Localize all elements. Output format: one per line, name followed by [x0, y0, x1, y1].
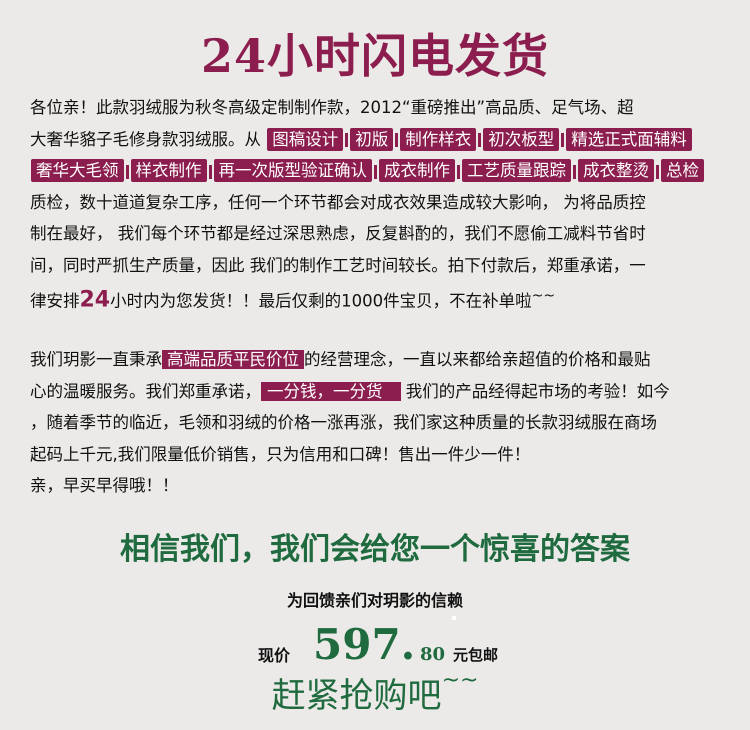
- intro-line: 质检，数十道道复杂工序，任何一个环节都会对成衣效果造成较大影响， 为将品质控: [30, 192, 646, 212]
- tilde-mark: ~~: [441, 668, 479, 693]
- price-label: 现价: [258, 646, 291, 665]
- step-separator: [345, 133, 349, 147]
- intro-line-shipping: 律安排24小时内为您发货！！最后仅剩的1000件宝贝，不在补单啦~~: [30, 281, 726, 317]
- step-separator: [395, 133, 399, 147]
- intro-steps-line: 奢华大毛领 样衣制作 再一次版型验证确认 成衣制作 工艺质量跟踪 成衣整烫 总检: [30, 155, 726, 187]
- intro-line: 制在最好， 我们每个环节都是经过深思熟虑，反复斟酌的，我们不愿偷工减料节省时: [30, 224, 646, 243]
- brand-highlight: 高端品质平民价位: [162, 350, 304, 369]
- step-separator: [125, 164, 129, 179]
- brand-line-text: 我们的产品经得起市场的考验！如今: [400, 381, 670, 401]
- process-step-tag: 奢华大毛领: [31, 159, 124, 182]
- process-step-tag: 总检: [661, 159, 704, 182]
- step-separator: [208, 164, 212, 179]
- step-separator: [478, 133, 482, 147]
- brand-line: 起码上千元,我们限量低价销售，只为信用和口碑！售出一件少一件！: [30, 444, 531, 464]
- intro-line: 间，同时严抓生产质量，因此 我们的制作工艺时间较长。拍下付款后，郑重承诺，一: [30, 255, 646, 275]
- brand-line: 亲，早买早得哦！！: [30, 476, 179, 495]
- hours-highlight: 24: [79, 287, 111, 313]
- brand-line-text: 心的温暖服务。我们郑重承诺，: [30, 381, 261, 401]
- process-step-tag: 工艺质量跟踪: [462, 159, 571, 182]
- price-row: 现价 597. 80 元包邮: [258, 620, 558, 670]
- intro-line-with-steps: 大奢华貉子毛修身款羽绒服。从 图稿设计 初版 制作样衣 初次板型 精选正式面辅料: [30, 124, 726, 156]
- process-step-tag: 初次板型: [483, 127, 560, 151]
- process-step-tag: 样衣制作: [130, 159, 207, 182]
- process-step-tag: 初版: [350, 127, 394, 151]
- step-separator: [374, 164, 377, 179]
- brand-line-text: 的经营理念，一直以来都给亲超值的价格和最贴: [304, 350, 651, 369]
- tilde-mark: ~~: [531, 288, 556, 304]
- step-separator: [457, 164, 460, 179]
- thanks-text: 为回馈亲们对玥影的信赖: [286, 591, 463, 610]
- process-step-tag: 精选正式面辅料: [566, 127, 692, 151]
- cta-text: 赶紧抢购吧: [271, 676, 442, 716]
- shipping-note: 元包邮: [453, 646, 499, 664]
- brand-line: 心的温暖服务。我们郑重承诺， 一分钱，一分货 我们的产品经得起市场的考验！如今: [30, 376, 726, 408]
- step-separator: [573, 164, 576, 179]
- step-separator: [561, 133, 565, 147]
- intro-paragraph: 各位亲！此款羽绒服为秋冬高级定制制作款，2012“重磅推出”高品质、足气场、超 …: [30, 92, 726, 317]
- process-step-tag: 再一次版型验证确认: [213, 159, 372, 182]
- intro-line: 各位亲！此款羽绒服为秋冬高级定制制作款，2012“重磅推出”高品质、足气场、超: [30, 98, 634, 117]
- brand-line: ，随着季节的临近，毛领和羽绒的价格一涨再涨，我们家这种质量的长款羽绒服在商场: [30, 413, 657, 432]
- promise-highlight: 一分钱，一分货: [261, 381, 401, 401]
- intro-line-text: 小时内为您发货！！最后仅剩的1000件宝贝，不在补单啦: [110, 291, 532, 311]
- brand-line-text: 我们玥影一直秉承: [30, 350, 162, 369]
- process-step-tag: 成衣制作: [379, 159, 455, 182]
- price-cents: 80: [420, 644, 446, 665]
- price-value: 597.: [313, 620, 416, 669]
- slogan: 相信我们，我们会给您一个惊喜的答案: [120, 532, 630, 567]
- process-step-tag: 成衣整烫: [578, 159, 654, 182]
- call-to-action: 赶紧抢购吧~~: [0, 668, 750, 717]
- brand-paragraph: 我们玥影一直秉承 高端品质平民价位 的经营理念，一直以来都给亲超值的价格和最贴 心的…: [30, 344, 726, 502]
- intro-line-text: 律安排: [30, 291, 80, 311]
- step-separator: [656, 164, 659, 179]
- process-step-tag: 图稿设计: [267, 127, 344, 151]
- process-step-tag: 制作样衣: [400, 127, 477, 151]
- headline: 24小时闪电发货: [200, 29, 549, 83]
- brand-line: 我们玥影一直秉承 高端品质平民价位 的经营理念，一直以来都给亲超值的价格和最贴: [30, 344, 726, 376]
- intro-line-text: 大奢华貉子毛修身款羽绒服。从: [30, 129, 261, 149]
